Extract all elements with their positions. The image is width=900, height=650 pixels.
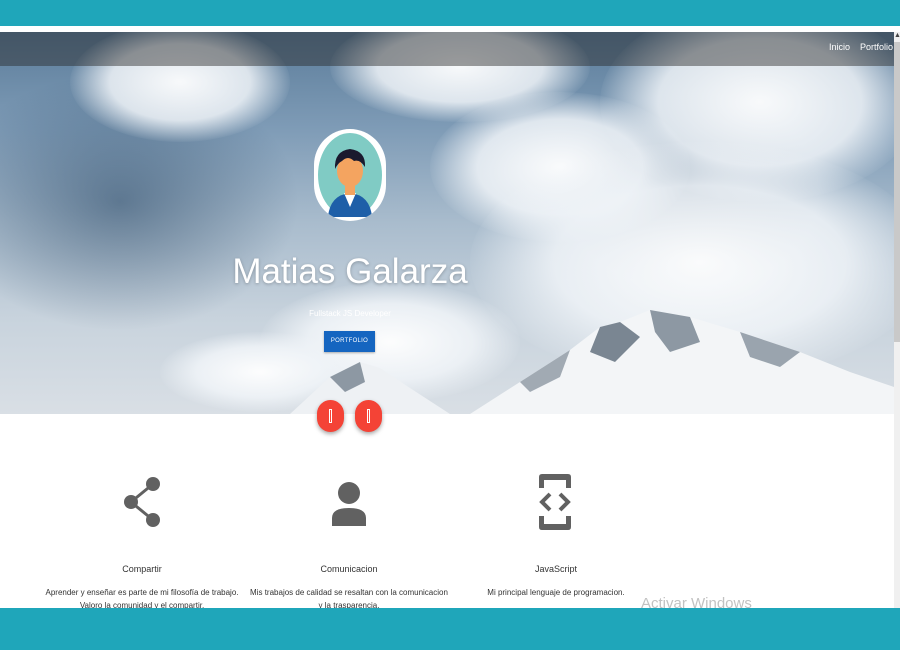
mountains <box>290 310 894 414</box>
activate-windows-watermark: Activar Windows <box>641 595 752 608</box>
floating-action-button[interactable] <box>355 400 382 432</box>
feature-title-javascript: JavaScript <box>534 564 578 574</box>
nav-link-portfolio[interactable]: Portfolio <box>860 42 893 52</box>
hero-subtitle: Fullstack JS Developer <box>309 309 391 318</box>
developer-mode-icon <box>538 472 572 537</box>
avatar-illustration <box>318 133 382 217</box>
browser-viewport: Inicio Portfolio Matias Galarza Fullstac… <box>0 32 894 608</box>
portfolio-button[interactable]: PORTFOLIO <box>324 331 375 352</box>
scroll-up-icon[interactable]: ▲ <box>894 32 900 40</box>
avatar <box>314 129 386 221</box>
hero-name: Matias Galarza <box>232 252 468 291</box>
feature-text-comunicacion: Mis trabajos de calidad se resaltan con … <box>250 588 448 608</box>
window-frame-bottom <box>0 608 900 650</box>
window-frame-top <box>0 0 900 26</box>
top-navbar: Inicio Portfolio <box>0 32 894 66</box>
nav-link-inicio[interactable]: Inicio <box>829 42 850 52</box>
vertical-scrollbar[interactable]: ▲ <box>894 32 900 608</box>
floating-action-button[interactable] <box>317 400 344 432</box>
scroll-thumb[interactable] <box>894 42 900 342</box>
feature-title-comunicacion: Comunicacion <box>320 564 378 574</box>
fab-icon <box>367 409 370 423</box>
feature-title-compartir: Compartir <box>122 564 162 574</box>
share-icon <box>122 474 164 535</box>
feature-text-compartir: Aprender y enseñar es parte de mi filoso… <box>45 588 239 608</box>
fab-icon <box>329 409 332 423</box>
person-icon <box>331 480 367 531</box>
feature-text-javascript: Mi principal lenguaje de programacion. <box>487 588 625 597</box>
hero-section: Inicio Portfolio Matias Galarza Fullstac… <box>0 32 894 414</box>
